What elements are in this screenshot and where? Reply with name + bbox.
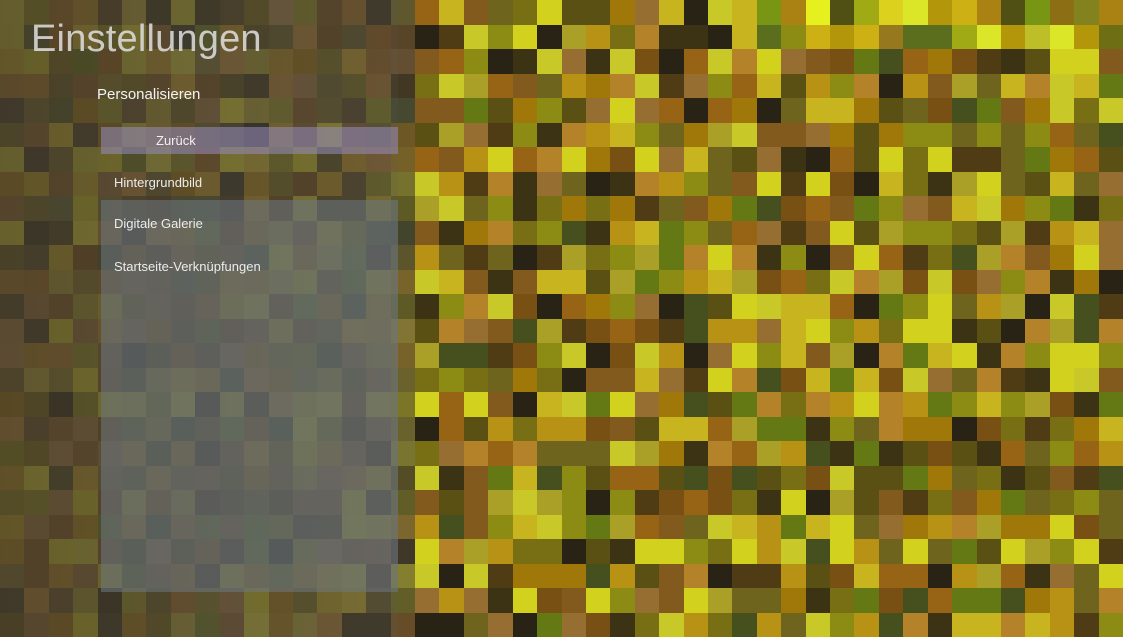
back-button[interactable]: Zurück <box>101 127 398 154</box>
page-title: Einstellungen <box>31 18 262 60</box>
settings-screen: Einstellungen Personalisieren Zurück Hin… <box>0 0 1123 637</box>
menu-item-digitale-galerie[interactable]: Digitale Galerie <box>114 216 203 231</box>
menu-item-startseite-verknuepfungen[interactable]: Startseite-Verknüpfungen <box>114 259 261 274</box>
menu-item-hintergrundbild[interactable]: Hintergrundbild <box>114 175 202 190</box>
back-button-label: Zurück <box>156 133 196 148</box>
section-heading: Personalisieren <box>97 86 201 103</box>
